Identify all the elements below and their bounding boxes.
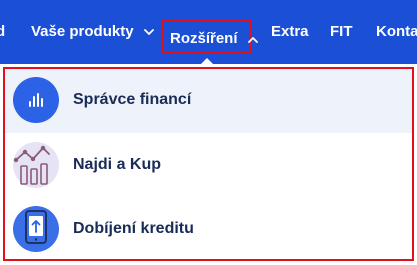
nav-item-label: Vaše produkty: [31, 23, 134, 40]
nav-item-rozsireni[interactable]: Rozšíření: [161, 20, 258, 54]
nav-item-fit[interactable]: FIT: [330, 18, 353, 46]
chevron-up-icon: [247, 36, 258, 43]
dropdown-caret: [198, 58, 216, 67]
top-navigation: d Vaše produkty Rozšíření Extra FIT Kont…: [0, 0, 417, 64]
nav-item-partial[interactable]: d: [0, 18, 18, 46]
nav-item-label: Rozšíření: [170, 30, 238, 47]
nav-item-extra[interactable]: Extra: [271, 18, 309, 46]
rozsireni-dropdown-menu: Správce financí Najdi a Kup Dobíjení kre…: [3, 67, 414, 261]
nav-item-label: Kontakt: [376, 23, 417, 40]
menu-item-najdi-a-kup[interactable]: Najdi a Kup: [5, 134, 412, 198]
chart-trend-icon: [13, 142, 59, 188]
chevron-down-icon: [143, 28, 154, 36]
menu-item-label: Správce financí: [73, 91, 192, 108]
bar-chart-icon: [13, 77, 59, 123]
menu-item-dobijeni-kreditu[interactable]: Dobíjení kreditu: [5, 198, 412, 259]
nav-item-vase-produkty[interactable]: Vaše produkty: [31, 18, 154, 46]
phone-topup-icon: [13, 206, 59, 252]
nav-item-label: FIT: [330, 23, 353, 40]
menu-item-spravce-financi[interactable]: Správce financí: [5, 69, 412, 133]
nav-item-kontakt[interactable]: Kontakt: [376, 18, 417, 46]
nav-item-label: d: [0, 23, 6, 40]
menu-item-label: Dobíjení kreditu: [73, 220, 194, 237]
nav-item-label: Extra: [271, 23, 309, 40]
menu-item-label: Najdi a Kup: [73, 156, 162, 173]
